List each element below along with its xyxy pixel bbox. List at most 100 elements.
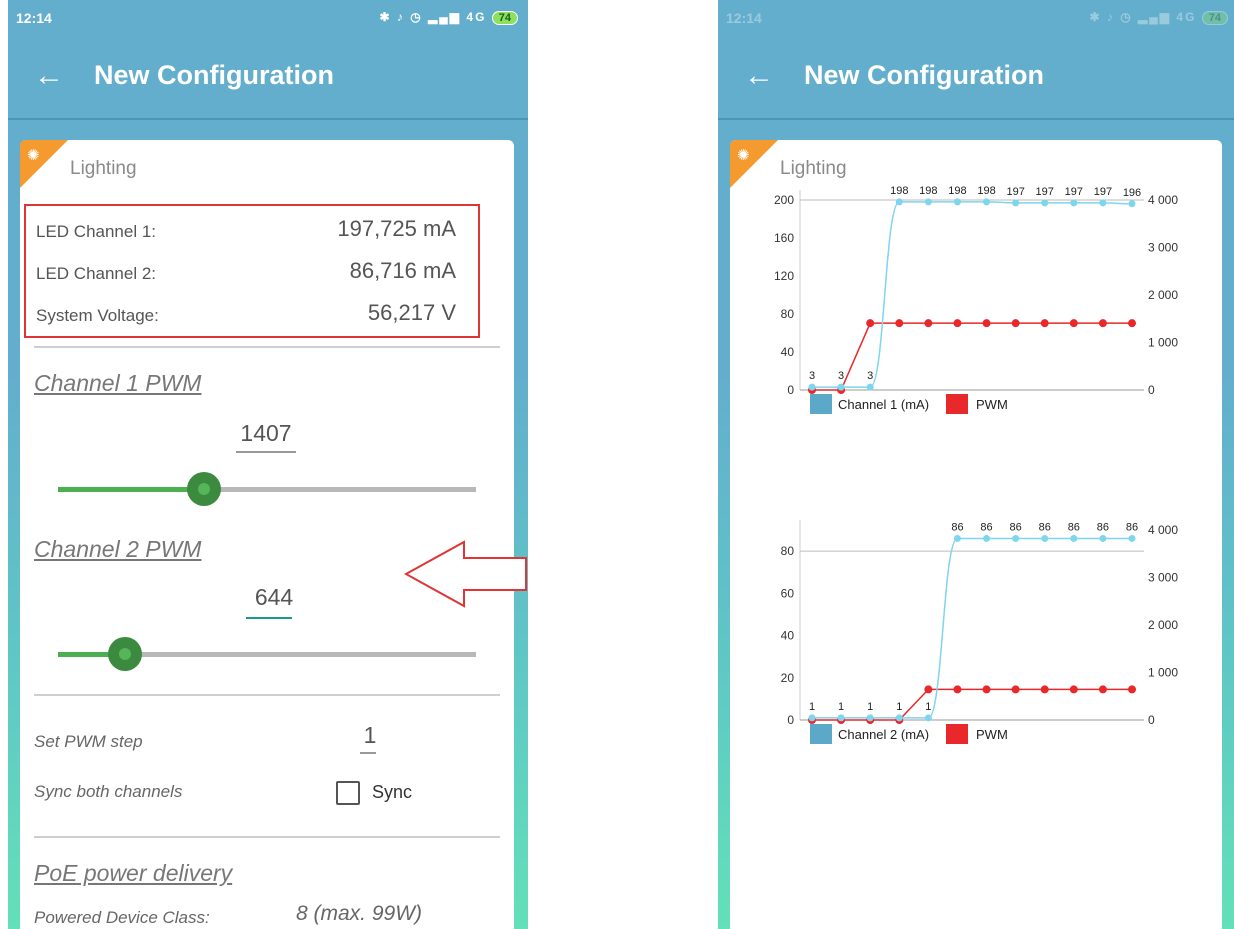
current-data-point	[924, 198, 932, 206]
y-right-tick-label: 3 000	[1148, 571, 1178, 585]
battery-icon: 74	[491, 11, 518, 25]
divider	[34, 836, 500, 838]
pwm-data-point	[1040, 685, 1049, 694]
pwm-data-point	[895, 319, 904, 328]
measurement-value: 197,725 mA	[337, 216, 456, 241]
pwm-step-field[interactable]: 1	[360, 722, 380, 749]
status-time: 12:14	[726, 10, 762, 26]
y-right-tick-label: 0	[1148, 713, 1155, 727]
current-data-label: 1	[925, 701, 931, 713]
y-left-tick-label: 0	[787, 383, 794, 397]
current-data-point	[1128, 200, 1136, 208]
current-data-label: 198	[977, 185, 995, 197]
legend-swatch-current	[810, 724, 832, 744]
channel2-field-underline	[246, 617, 292, 619]
current-data-point	[1012, 534, 1020, 542]
current-data-point	[983, 198, 991, 206]
current-data-point	[953, 198, 961, 206]
channel2-heading: Channel 2 PWM	[34, 536, 202, 562]
channel2-slider-thumb[interactable]	[107, 637, 142, 671]
pwm-data-point	[1069, 319, 1078, 328]
y-right-tick-label: 0	[1148, 383, 1155, 397]
current-data-point	[983, 534, 991, 542]
current-data-label: 1	[809, 701, 815, 713]
status-bar: 12:14 ✱ ♪ ◷ ▂▄▆ 4G 74	[718, 0, 1234, 40]
sync-channels-label: Sync both channels	[34, 782, 183, 801]
back-arrow-icon[interactable]: ←	[744, 58, 774, 94]
current-data-point	[866, 714, 874, 722]
y-right-tick-label: 1 000	[1148, 666, 1178, 680]
pwm-series-line	[812, 688, 1132, 721]
card-title: Lighting	[780, 158, 847, 179]
measurement-row: LED Channel 1: 197,725 mA	[36, 212, 466, 242]
current-data-label: 197	[1094, 186, 1112, 198]
page-title: New Configuration	[804, 60, 1044, 90]
poe-class-value: 8 (max. 99W)	[296, 902, 423, 925]
current-data-point	[895, 714, 903, 722]
status-icons: ✱ ♪ ◷ ▂▄▆ 4G 74	[1089, 10, 1228, 25]
signal-icon: ▂▄▆	[1138, 10, 1172, 24]
signal-icon: ▂▄▆	[428, 10, 462, 24]
lighting-gear-icon: ✺	[27, 147, 40, 164]
y-right-tick-label: 1 000	[1148, 336, 1178, 350]
alarm-icon: ◷	[1120, 10, 1133, 24]
pwm-data-point	[1128, 319, 1136, 328]
channel1-slider[interactable]	[58, 472, 476, 506]
pwm-data-point	[953, 319, 962, 328]
measurement-row: LED Channel 2: 86,716 mA	[36, 254, 466, 284]
phone-screen-charts: 12:14 ✱ ♪ ◷ ▂▄▆ 4G 74 ← New Configuratio…	[718, 0, 1234, 929]
measurement-value: 56,217 V	[367, 300, 456, 325]
current-data-point	[953, 534, 961, 542]
current-data-label: 1	[896, 701, 902, 713]
channel2-chart: 0 20 40 60 80 0 1 000 2 000 3 000 4 000 1 1 1 1 1 86 86 8…	[781, 520, 1178, 744]
current-data-point	[837, 714, 845, 722]
mute-icon: ♪	[1106, 10, 1115, 24]
lighting-card: ✺ Lighting LED Channel 1: 197,725 mA LED…	[20, 140, 514, 929]
pwm-data-point	[1011, 685, 1020, 694]
channel1-slider-fill	[58, 487, 205, 492]
legend-swatch-pwm	[946, 724, 968, 744]
current-data-label: 3	[867, 370, 873, 382]
channel1-value-field[interactable]: 1407	[236, 420, 296, 447]
status-bar: 12:14 ✱ ♪ ◷ ▂▄▆ 4G 74	[8, 0, 528, 40]
measurements-highlight: LED Channel 1: 197,725 mA LED Channel 2:…	[24, 204, 480, 338]
measurement-value: 86,716 mA	[349, 258, 456, 283]
current-data-point	[808, 714, 816, 722]
y-left-tick-label: 40	[781, 629, 795, 643]
measurement-row: System Voltage: 56,217 V	[36, 296, 466, 326]
current-data-label: 1	[867, 701, 873, 713]
channel2-value-field[interactable]: 644	[246, 584, 302, 611]
current-data-point	[837, 383, 845, 391]
bluetooth-icon: ✱	[1089, 10, 1102, 24]
channel1-slider-thumb[interactable]	[187, 472, 222, 506]
y-left-tick-label: 80	[781, 307, 795, 321]
current-series-line	[812, 201, 1133, 388]
pwm-data-point	[924, 685, 933, 694]
y-right-tick-label: 2 000	[1148, 288, 1178, 302]
back-arrow-icon[interactable]: ←	[34, 58, 64, 94]
card-title: Lighting	[70, 158, 137, 179]
current-data-label: 86	[951, 521, 963, 533]
current-data-label: 198	[919, 185, 937, 197]
pwm-data-point	[1128, 685, 1136, 694]
channel2-slider[interactable]	[58, 637, 476, 671]
y-left-tick-label: 80	[781, 544, 795, 558]
measurement-label: System Voltage:	[36, 306, 159, 325]
y-left-tick-label: 60	[781, 586, 795, 600]
alarm-icon: ◷	[410, 10, 423, 24]
y-left-tick-label: 20	[781, 671, 795, 685]
legend-label-current: Channel 1 (mA)	[838, 397, 929, 412]
bluetooth-icon: ✱	[379, 10, 392, 24]
y-left-tick-label: 200	[774, 193, 794, 207]
phone-screen-config: 12:14 ✱ ♪ ◷ ▂▄▆ 4G 74 ← New Configuratio…	[8, 0, 528, 929]
current-data-label: 86	[1126, 521, 1138, 533]
y-right-tick-label: 4 000	[1148, 193, 1178, 207]
sync-checkbox-label[interactable]: Sync	[372, 782, 412, 803]
pwm-step-underline	[360, 752, 376, 754]
pwm-data-point	[1040, 319, 1049, 328]
current-data-label: 198	[948, 185, 966, 197]
y-left-tick-label: 160	[774, 231, 794, 245]
current-data-label: 86	[1097, 521, 1109, 533]
sync-checkbox[interactable]	[336, 781, 360, 805]
app-bar: ← New Configuration	[718, 40, 1234, 120]
